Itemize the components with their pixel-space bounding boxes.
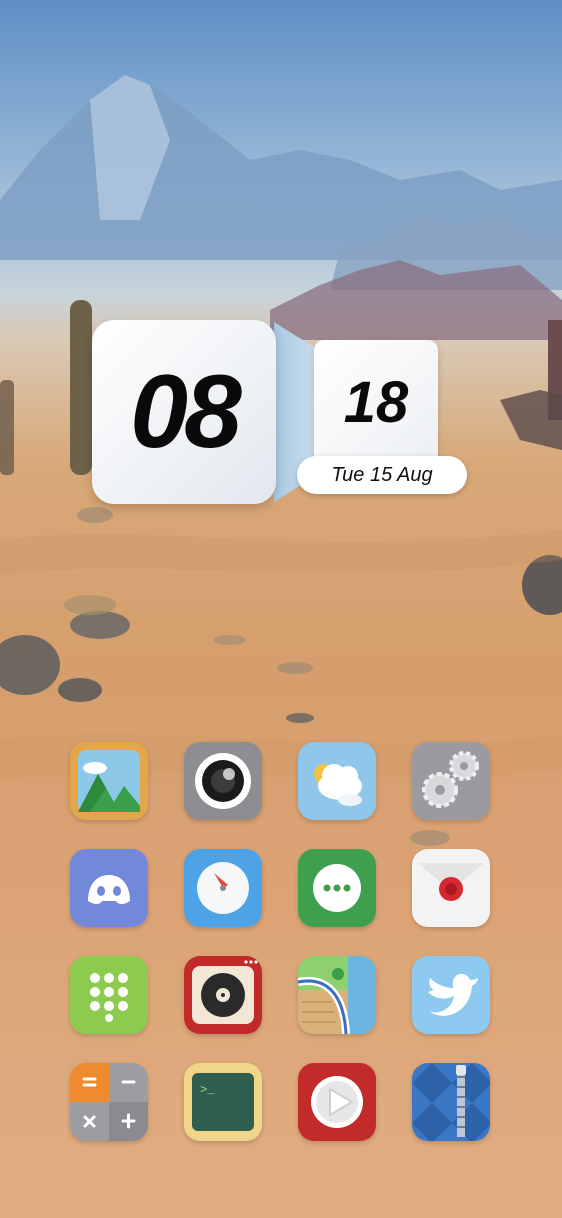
browser-app-icon[interactable] xyxy=(184,849,262,927)
settings-app-icon[interactable] xyxy=(412,742,490,820)
clock-date: Tue 15 Aug xyxy=(297,456,467,494)
clock-widget[interactable]: 08 18 Tue 15 Aug xyxy=(92,320,472,510)
clock-hour: 08 xyxy=(130,353,242,470)
camera-app-icon[interactable] xyxy=(184,742,262,820)
video-player-app-icon[interactable] xyxy=(298,1063,376,1141)
archive-app-icon[interactable] xyxy=(412,1063,490,1141)
app-grid: >_ xyxy=(70,742,492,1141)
clock-minute: 18 xyxy=(343,369,409,435)
mail-app-icon[interactable] xyxy=(412,849,490,927)
messages-app-icon[interactable] xyxy=(298,849,376,927)
maps-app-icon[interactable] xyxy=(298,956,376,1034)
terminal-app-icon[interactable]: >_ xyxy=(184,1063,262,1141)
weather-app-icon[interactable] xyxy=(298,742,376,820)
music-app-icon[interactable] xyxy=(184,956,262,1034)
calculator-app-icon[interactable] xyxy=(70,1063,148,1141)
dialer-app-icon[interactable] xyxy=(70,956,148,1034)
photos-app-icon[interactable] xyxy=(70,742,148,820)
twitter-app-icon[interactable] xyxy=(412,956,490,1034)
discord-app-icon[interactable] xyxy=(70,849,148,927)
svg-text:>_: >_ xyxy=(200,1083,215,1097)
